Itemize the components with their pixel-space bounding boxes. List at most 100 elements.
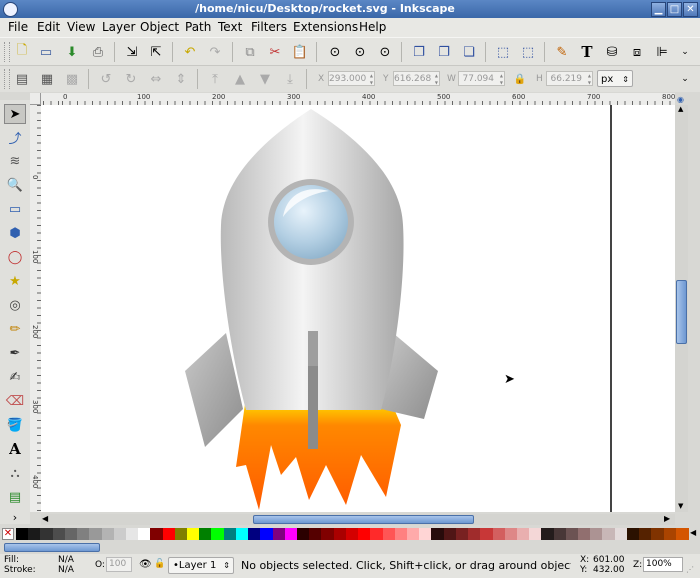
drawing-canvas[interactable]: ➤ [41,105,675,512]
toolbar-grip[interactable] [4,42,10,62]
palette-swatch[interactable] [174,528,188,540]
opacity-field[interactable]: 100 [106,557,132,572]
pen-tool-icon[interactable]: ✒ [4,343,26,363]
palette-swatch[interactable] [382,528,396,540]
rectangle-tool-icon[interactable]: ▭ [4,199,26,219]
redo-icon[interactable]: ↷ [205,42,225,62]
palette-swatch[interactable] [419,528,433,540]
menu-view[interactable]: View [67,20,95,34]
rotate-cw-icon[interactable]: ↻ [121,69,141,89]
palette-swatch[interactable] [297,528,311,540]
lower-icon[interactable]: ▼ [255,69,275,89]
fill-value[interactable]: N/A [58,555,74,565]
flip-horizontal-icon[interactable]: ⇔ [146,69,166,89]
lock-icon[interactable]: 🔒 [510,69,530,89]
palette-swatch[interactable] [358,528,372,540]
palette-swatch[interactable] [614,528,628,540]
menu-file[interactable]: File [8,20,28,34]
zoom-tool-icon[interactable]: 🔍 [4,175,26,195]
palette-swatch[interactable] [602,528,616,540]
raise-to-top-icon[interactable]: ⤒ [205,69,225,89]
palette-swatch[interactable] [284,528,298,540]
no-paint-swatch[interactable]: ✕ [2,528,14,540]
selector-tool-icon[interactable]: ➤ [4,104,26,124]
palette-swatch[interactable] [321,528,335,540]
menu-extensions[interactable]: Extensions [293,20,358,34]
palette-swatch[interactable] [199,528,213,540]
layer-lock-icon[interactable]: 🔓 [154,559,165,569]
tweak-tool-icon[interactable]: ≋ [4,151,26,171]
pencil-tool-icon[interactable]: ✏ [4,319,26,339]
paint-bucket-tool-icon[interactable]: 🪣 [4,415,26,435]
gradient-tool-icon[interactable]: ▤ [4,487,26,507]
export-icon[interactable]: ⇱ [146,42,166,62]
menu-layer[interactable]: Layer [102,20,135,34]
palette-swatch[interactable] [223,528,237,540]
palette-swatch[interactable] [431,528,445,540]
palette-swatch[interactable] [333,528,347,540]
palette-swatch[interactable] [101,528,115,540]
select-all-icon[interactable]: ▤ [12,69,32,89]
zoom-drawing-icon[interactable]: ⊙ [350,42,370,62]
palette-swatch[interactable] [394,528,408,540]
palette-swatch[interactable] [89,528,103,540]
menu-filters[interactable]: Filters [251,20,287,34]
palette-swatch[interactable] [248,528,262,540]
palette-swatch[interactable] [187,528,201,540]
spiral-tool-icon[interactable]: ◎ [4,295,26,315]
palette-swatch[interactable] [138,528,152,540]
rotate-ccw-icon[interactable]: ↺ [96,69,116,89]
y-field[interactable]: 616.268 [393,71,440,86]
menu-path[interactable]: Path [185,20,211,34]
palette-swatch[interactable] [675,528,689,540]
duplicate-object-icon[interactable]: ❐ [409,42,429,62]
deselect-icon[interactable]: ▩ [62,69,82,89]
palette-swatch[interactable] [516,528,530,540]
ungroup-icon[interactable]: ⬚ [518,42,538,62]
palette-swatch[interactable] [309,528,323,540]
w-field[interactable]: 77.094 [458,71,505,86]
unlink-clone-icon[interactable]: ❏ [459,42,479,62]
scroll-down-arrow-icon[interactable]: ▼ [678,502,683,510]
x-field[interactable]: 293.000 [328,71,375,86]
palette-swatch[interactable] [651,528,665,540]
clone-icon[interactable]: ❐ [434,42,454,62]
layer-select[interactable]: •Layer 1 ⇕ [168,557,234,574]
chevron-down-icon[interactable]: ⌄ [675,69,695,89]
xml-editor-icon[interactable]: ⛁ [602,42,622,62]
palette-swatch[interactable] [565,528,579,540]
palette-scroll-thumb[interactable] [4,543,100,552]
palette-swatch[interactable] [468,528,482,540]
cut-icon[interactable]: ✂ [265,42,285,62]
stroke-value[interactable]: N/A [58,565,74,575]
menu-edit[interactable]: Edit [37,20,60,34]
palette-swatch[interactable] [455,528,469,540]
open-file-icon[interactable]: ▭ [36,42,56,62]
visibility-eye-icon[interactable]: 👁 [139,559,152,570]
palette-swatch[interactable] [260,528,274,540]
scroll-left-arrow-icon[interactable]: ◀ [42,514,48,523]
palette-swatch[interactable] [113,528,127,540]
import-icon[interactable]: ⇲ [122,42,142,62]
palette-swatch[interactable] [77,528,91,540]
flip-vertical-icon[interactable]: ⇕ [171,69,191,89]
fill-stroke-icon[interactable]: ✎ [552,42,572,62]
group-icon[interactable]: ⬚ [493,42,513,62]
eraser-tool-icon[interactable]: ⌫ [4,391,26,411]
star-tool-icon[interactable]: ★ [4,271,26,291]
palette-swatch[interactable] [28,528,42,540]
toolbar-grip[interactable] [4,69,10,89]
palette-swatch[interactable] [529,528,543,540]
palette-swatch[interactable] [40,528,54,540]
paste-icon[interactable]: 📋 [290,42,310,62]
zoom-page-icon[interactable]: ⊙ [375,42,395,62]
save-icon[interactable]: ⬇ [62,42,82,62]
palette-swatch[interactable] [663,528,677,540]
menu-help[interactable]: Help [359,20,386,34]
palette-swatch[interactable] [578,528,592,540]
palette-swatch[interactable] [345,528,359,540]
duplicate-icon[interactable]: ⧉ [240,42,260,62]
palette-swatch[interactable] [272,528,286,540]
palette-swatch[interactable] [64,528,78,540]
maximize-button[interactable]: □ [667,2,682,17]
